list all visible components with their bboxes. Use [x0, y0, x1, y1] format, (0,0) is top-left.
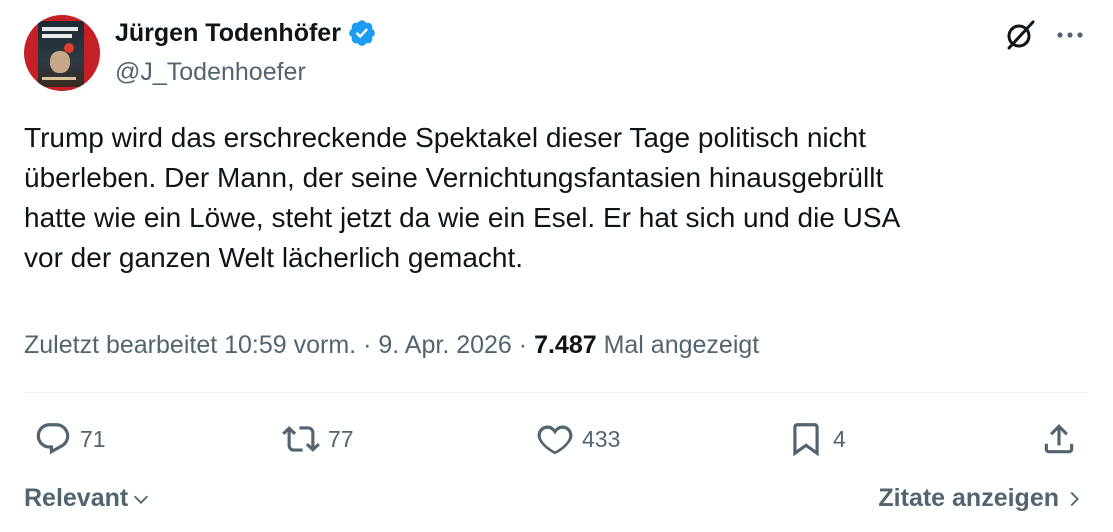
meta-separator: · — [363, 331, 372, 359]
heart-icon — [537, 425, 573, 455]
repost-button[interactable]: 77 — [282, 420, 354, 458]
chevron-down-icon — [134, 495, 149, 504]
sort-label: Relevant — [24, 484, 129, 512]
sort-relevant-dropdown[interactable]: Relevant — [24, 484, 152, 513]
repost-count: 77 — [328, 425, 354, 452]
share-icon — [1044, 424, 1074, 454]
tweet-time[interactable]: 10:59 vorm. — [224, 331, 356, 359]
reply-button[interactable]: 71 — [34, 420, 106, 458]
views-label: Mal angezeigt — [603, 331, 760, 359]
author-handle[interactable]: @J_Todenhoefer — [115, 58, 306, 87]
reply-count: 71 — [80, 425, 106, 452]
avatar[interactable] — [24, 15, 100, 91]
more-icon[interactable] — [1055, 24, 1085, 46]
view-quotes-link[interactable]: Zitate anzeigen — [878, 484, 1085, 513]
author-name-row[interactable]: Jürgen Todenhöfer — [115, 18, 377, 48]
share-button[interactable] — [1040, 420, 1078, 458]
verified-badge-icon — [349, 20, 375, 46]
author-name[interactable]: Jürgen Todenhöfer — [115, 19, 341, 48]
like-count: 433 — [582, 425, 621, 452]
meta-separator-2: · — [518, 331, 528, 359]
bookmark-button[interactable]: 4 — [787, 420, 846, 458]
tweet-text: Trump wird das erschreckende Spektakel d… — [24, 122, 901, 273]
tweet-meta: Zuletzt bearbeitet 10:59 vorm. · 9. Apr.… — [24, 331, 759, 360]
chevron-right-icon — [1070, 491, 1079, 506]
edited-label[interactable]: Zuletzt bearbeitet — [24, 331, 217, 359]
divider — [24, 392, 1088, 393]
quotes-label: Zitate anzeigen — [878, 484, 1059, 512]
bookmark-count: 4 — [833, 425, 846, 452]
grok-icon[interactable] — [1003, 18, 1037, 52]
like-button[interactable]: 433 — [536, 420, 620, 458]
avatar-book-cover — [38, 21, 84, 87]
view-count: 7.487 — [534, 331, 597, 359]
bookmark-icon — [793, 423, 819, 457]
tweet-date[interactable]: 9. Apr. 2026 — [378, 331, 511, 359]
reply-icon — [36, 423, 70, 455]
repost-icon — [282, 426, 320, 452]
